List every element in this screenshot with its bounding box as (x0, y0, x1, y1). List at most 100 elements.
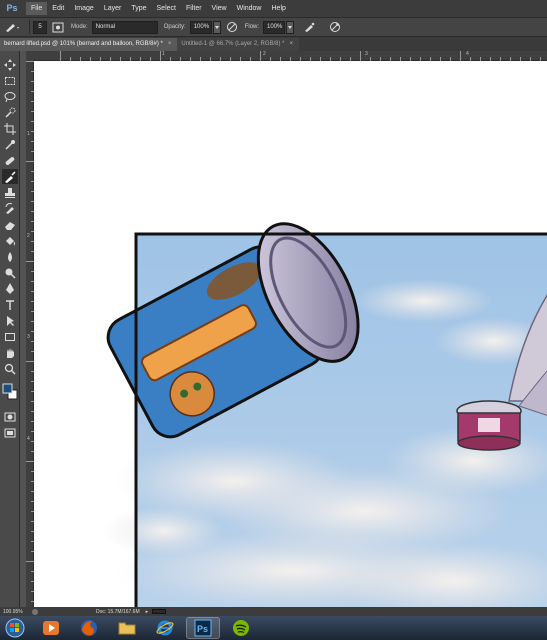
brush-size-picker[interactable]: 5 (33, 20, 47, 34)
taskbar-internet-explorer[interactable] (148, 617, 182, 639)
vertical-ruler[interactable]: 1 2 3 4 (26, 61, 34, 607)
taskbar-media-player[interactable] (34, 617, 68, 639)
menu-bar: Ps File Edit Image Layer Type Select Fil… (0, 0, 547, 17)
ruler-label: 1 (162, 51, 165, 57)
blend-mode-value: Normal (95, 23, 116, 30)
document-size: Doc: 15.7M/167.6M (96, 608, 140, 615)
tab-untitled-1[interactable]: Untitled-1 @ 66.7% (Layer 2, RGB/8) * × (177, 38, 300, 51)
blend-mode-select[interactable]: Normal (91, 20, 158, 34)
lasso-icon (4, 91, 16, 102)
opacity-input[interactable]: 100% (189, 20, 212, 34)
ruler-label: 4 (466, 51, 469, 57)
quick-mask-icon (4, 412, 16, 421)
dodge-icon (5, 268, 16, 279)
start-button[interactable] (0, 617, 30, 639)
close-icon[interactable]: × (290, 38, 294, 51)
color-swatch-icon (2, 383, 18, 400)
lasso-tool[interactable] (2, 89, 18, 104)
photoshop-logo: Ps (6, 3, 18, 13)
crop-tool[interactable] (2, 121, 18, 136)
move-tool[interactable] (2, 57, 18, 72)
mode-label: Mode: (71, 24, 88, 30)
path-select-tool[interactable] (2, 313, 18, 328)
ruler-label: 2 (263, 51, 266, 57)
document-canvas[interactable] (34, 61, 547, 607)
flow-input[interactable]: 100% (263, 20, 286, 34)
color-swatches[interactable] (2, 381, 18, 405)
brush-tool[interactable] (2, 169, 18, 184)
screen-mode-toggle[interactable] (2, 425, 18, 440)
separator (29, 20, 30, 34)
eraser-tool[interactable] (2, 217, 18, 232)
ruler-label: 3 (27, 334, 30, 340)
rectangle-icon (5, 332, 15, 341)
status-menu-arrow-icon[interactable]: ▸ (146, 609, 149, 615)
tab-bernard-lifted[interactable]: bernard lifted.psd @ 101% (bernard and b… (0, 38, 178, 51)
magnifier-icon (4, 363, 16, 375)
horizontal-scrollbar[interactable] (152, 609, 167, 614)
hand-tool[interactable] (2, 345, 18, 360)
windows-taskbar: Ps (0, 616, 547, 640)
airbrush-toggle[interactable] (302, 20, 316, 34)
opacity-dropdown[interactable] (212, 20, 221, 34)
ruler-label: 1 (27, 131, 30, 137)
taskbar-photoshop[interactable]: Ps (186, 617, 220, 639)
hand-icon (7, 347, 14, 358)
move-icon (4, 58, 16, 71)
opacity-value: 100% (193, 23, 210, 30)
taskbar-file-explorer[interactable] (110, 617, 144, 639)
media-player-icon (43, 621, 59, 635)
zoom-level[interactable]: 100.95% (0, 609, 32, 615)
menu-help[interactable]: Help (267, 2, 291, 15)
airbrush-icon (305, 22, 315, 32)
opacity-label: Opacity: (163, 24, 186, 30)
status-info-icon[interactable] (32, 608, 38, 615)
menu-edit[interactable]: Edit (47, 2, 69, 15)
menu-type[interactable]: Type (126, 2, 151, 15)
eyedropper-tool[interactable] (2, 137, 18, 152)
clone-stamp-tool[interactable] (2, 185, 18, 200)
paint-bucket-tool[interactable] (2, 233, 18, 248)
menu-view[interactable]: View (207, 2, 232, 15)
document-tabs: bernard lifted.psd @ 101% (bernard and b… (0, 37, 547, 51)
zoom-tool[interactable] (2, 361, 18, 376)
blur-tool[interactable] (2, 249, 18, 264)
brush-icon (5, 170, 16, 183)
close-icon[interactable]: × (168, 38, 172, 51)
menu-image[interactable]: Image (69, 2, 98, 15)
photoshop-window: Ps File Edit Image Layer Type Select Fil… (0, 0, 547, 640)
drop-icon (8, 251, 12, 262)
horizontal-ruler[interactable]: 1 2 3 4 (34, 51, 547, 61)
healing-brush-tool[interactable] (2, 153, 18, 168)
menu-filter[interactable]: Filter (181, 2, 207, 15)
dodge-tool[interactable] (2, 265, 18, 280)
stamp-icon (5, 187, 15, 198)
pressure-opacity-toggle[interactable] (225, 20, 239, 34)
flow-dropdown[interactable] (286, 20, 295, 34)
type-tool[interactable] (2, 297, 18, 312)
eyedropper-icon (5, 139, 15, 150)
quick-mask-toggle[interactable] (2, 409, 18, 424)
taskbar-spotify[interactable] (224, 617, 258, 639)
folder-icon (118, 622, 136, 635)
svg-text:Ps: Ps (197, 624, 208, 634)
marquee-tool[interactable] (2, 73, 18, 88)
menu-file[interactable]: File (26, 2, 48, 15)
history-brush-icon (5, 202, 14, 214)
brush-icon (6, 24, 19, 32)
history-brush-tool[interactable] (2, 201, 18, 216)
pressure-size-toggle[interactable] (328, 20, 342, 34)
brush-panel-toggle[interactable] (51, 20, 65, 34)
taskbar-firefox[interactable] (72, 617, 106, 639)
ruler-origin[interactable] (26, 51, 34, 61)
menu-select[interactable]: Select (152, 2, 181, 15)
artwork (104, 222, 547, 607)
tab-label: bernard lifted.psd @ 101% (bernard and b… (4, 41, 163, 47)
shape-tool[interactable] (2, 329, 18, 344)
tool-preset-picker[interactable] (0, 19, 26, 35)
menu-window[interactable]: Window (232, 2, 267, 15)
menu-layer[interactable]: Layer (99, 2, 127, 15)
quick-select-tool[interactable] (2, 105, 18, 120)
pen-tool[interactable] (2, 281, 18, 296)
pressure-size-icon (330, 22, 341, 32)
